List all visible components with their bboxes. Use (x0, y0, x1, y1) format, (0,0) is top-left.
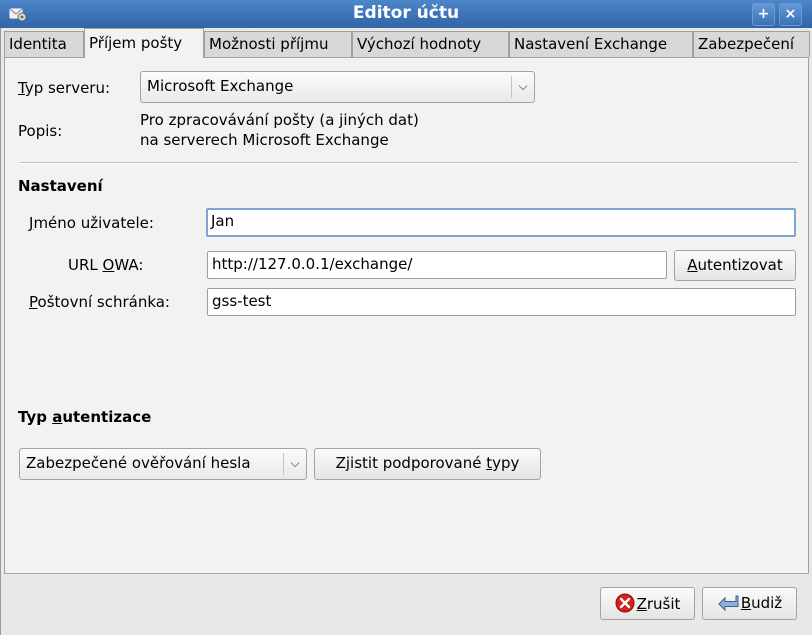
owa-url-field[interactable]: http://127.0.0.1/exchange/ (207, 251, 667, 279)
tab-security[interactable]: Zabezpečení (693, 31, 810, 57)
plus-icon: + (757, 6, 770, 22)
tab-strip: Identita Příjem pošty Možnosti příjmu Vý… (4, 28, 810, 58)
auth-type-heading: Typ autentizace (18, 408, 152, 426)
account-editor-window: Editor účtu + × Identita Příjem pošty Mo… (0, 0, 812, 635)
receiving-mail-panel: Typ serveru: Microsoft Exchange ⌵ Popis:… (4, 57, 809, 574)
dialog-body: Identita Příjem pošty Možnosti příjmu Vý… (0, 28, 812, 635)
server-type-select[interactable]: Microsoft Exchange ⌵ (140, 71, 535, 103)
cancel-icon (615, 593, 635, 613)
separator (20, 162, 798, 164)
description-line-2: na serverech Microsoft Exchange (140, 131, 389, 149)
close-button[interactable]: × (779, 3, 802, 26)
tab-identity[interactable]: Identita (4, 31, 84, 57)
chevron-down-icon: ⌵ (283, 453, 306, 475)
detect-supported-types-button[interactable]: Zjistit podporované typy (314, 448, 541, 480)
server-type-label: Typ serveru: (18, 79, 111, 97)
chevron-down-icon: ⌵ (511, 76, 534, 98)
auth-type-select[interactable]: Zabezpečené ověřování hesla ⌵ (19, 448, 307, 480)
footer-separator (4, 573, 809, 574)
settings-heading: Nastavení (18, 177, 103, 195)
close-icon: × (784, 6, 797, 22)
tab-receiving-mail[interactable]: Příjem pošty (84, 28, 204, 58)
cancel-button[interactable]: Zrušit (600, 587, 695, 620)
authenticate-button[interactable]: Autentizovat (674, 250, 796, 281)
titlebar[interactable]: Editor účtu + × (0, 0, 812, 29)
back-button[interactable]: Budiž (702, 587, 797, 620)
description-label: Popis: (18, 122, 63, 140)
back-arrow-icon (718, 595, 739, 612)
maximize-button[interactable]: + (752, 3, 775, 26)
description-line-1: Pro zpracovávání pošty (a jiných dat) (140, 111, 419, 129)
username-label: Jméno uživatele: (29, 214, 154, 232)
mailbox-label: Poštovní schránka: (29, 293, 170, 311)
mailbox-field[interactable]: gss-test (207, 288, 796, 316)
owa-url-label: URL OWA: (68, 256, 144, 274)
tab-receiving-options[interactable]: Možnosti příjmu (204, 31, 352, 57)
tab-defaults[interactable]: Výchozí hodnoty (352, 31, 509, 57)
window-title: Editor účtu (352, 3, 460, 23)
username-field[interactable]: Jan (206, 208, 796, 237)
tab-exchange-settings[interactable]: Nastavení Exchange (509, 31, 693, 57)
